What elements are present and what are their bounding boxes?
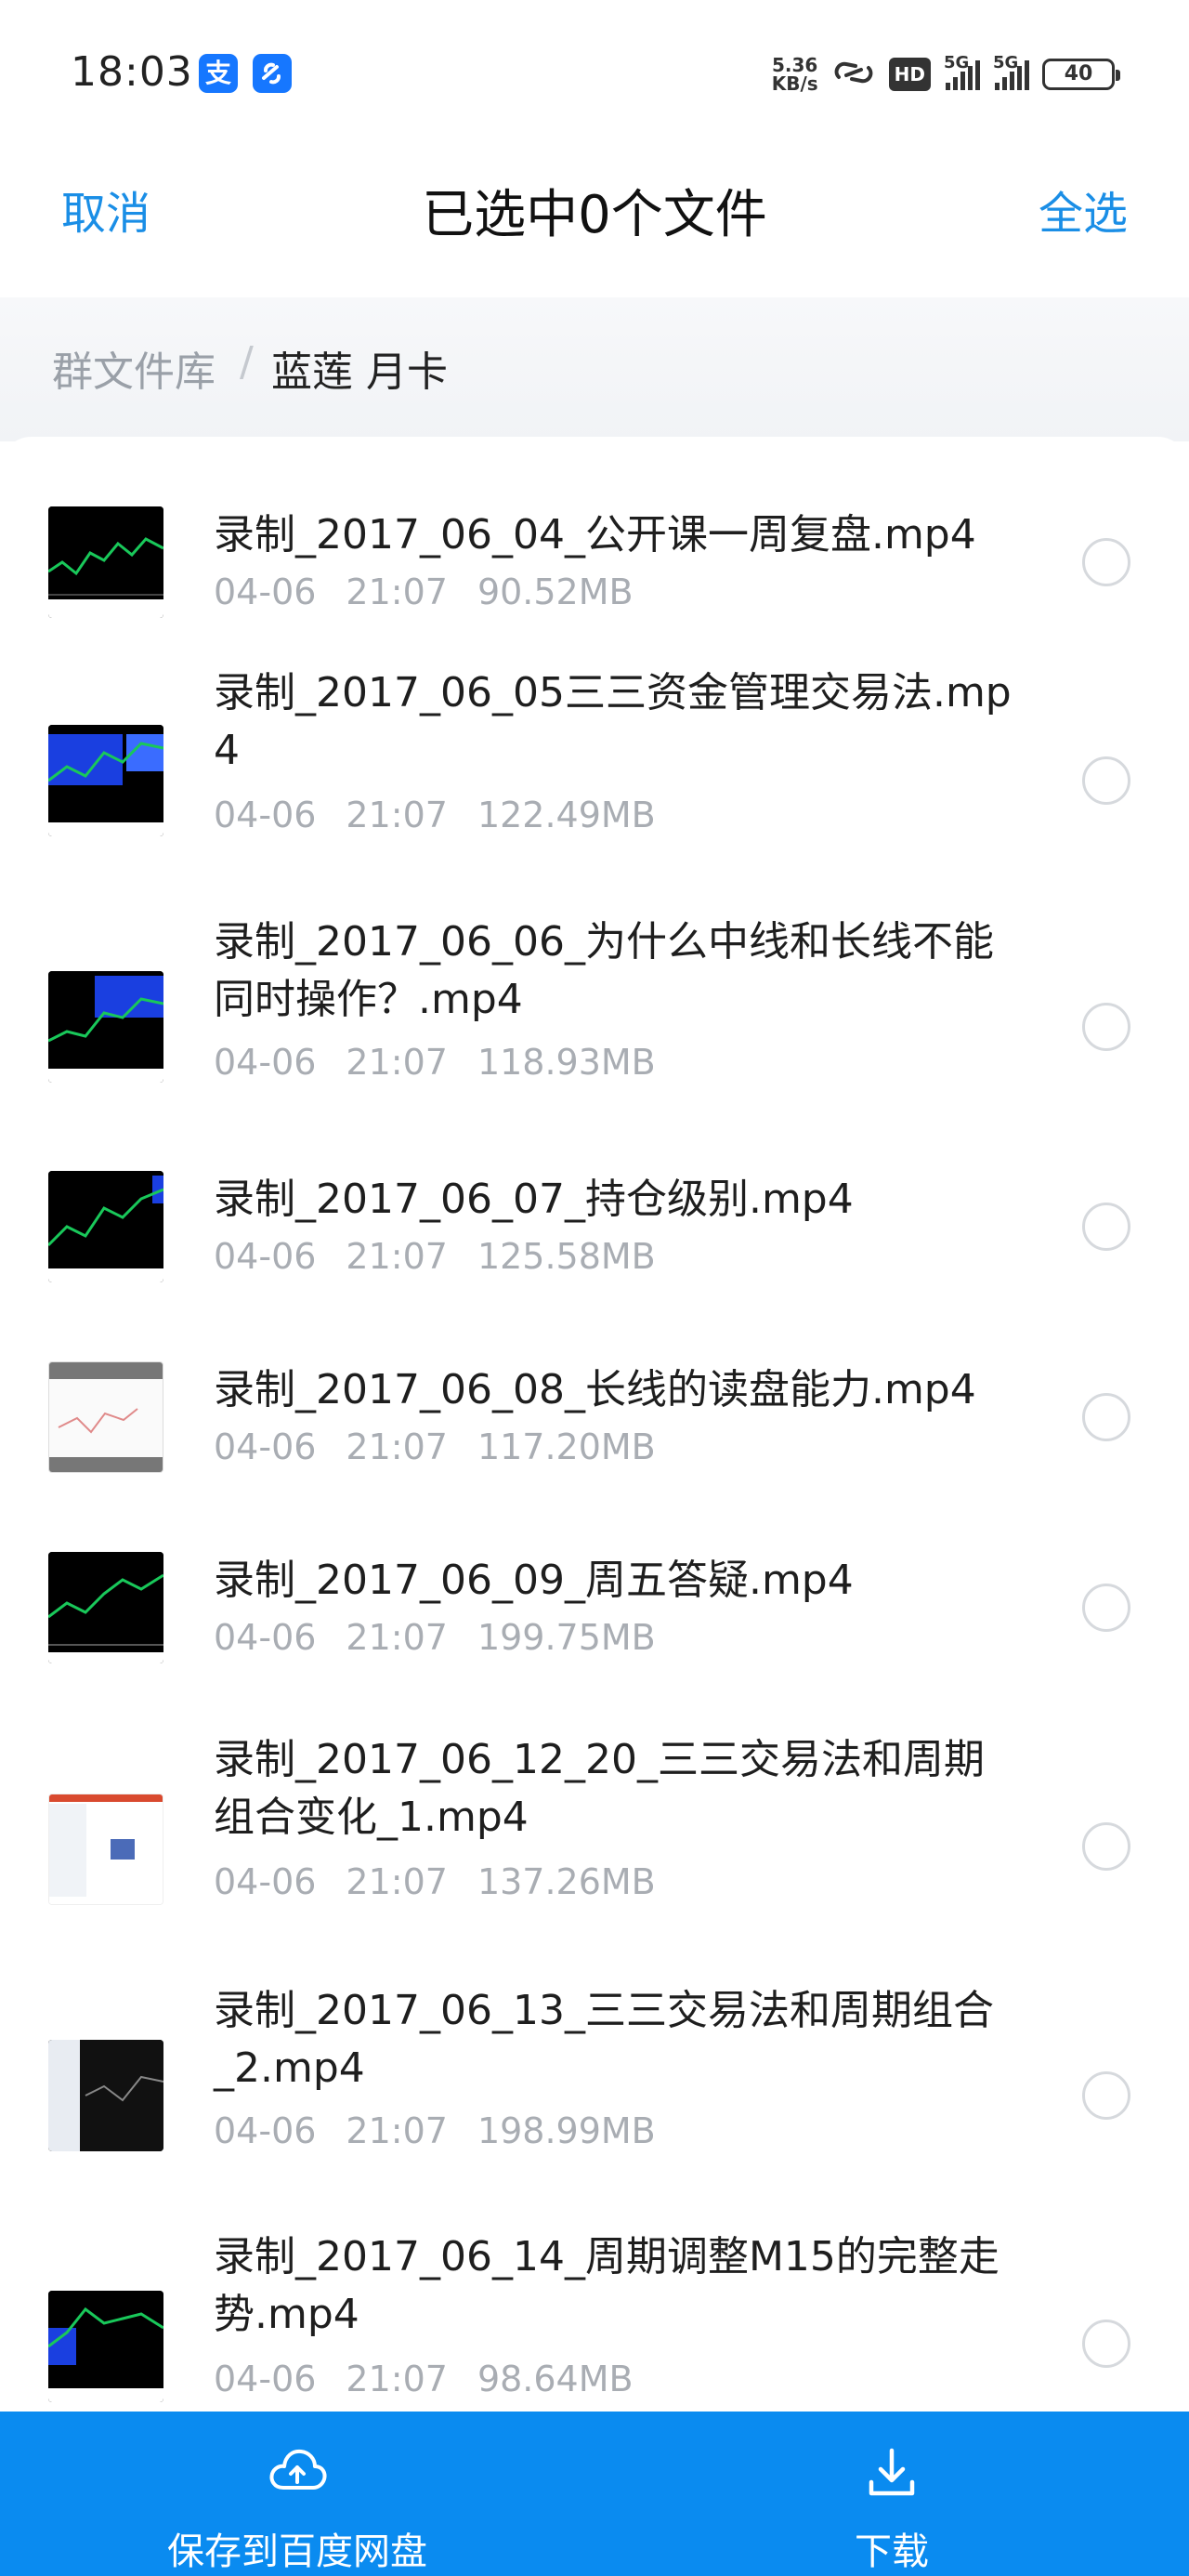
breadcrumb-root[interactable]: 群文件库 bbox=[52, 338, 216, 398]
select-checkbox[interactable] bbox=[1082, 1584, 1130, 1632]
save-to-baidu-label: 保存到百度网盘 bbox=[167, 2530, 427, 2573]
video-thumbnail bbox=[48, 971, 163, 1083]
network-speed: 5.36 KB/s bbox=[771, 54, 818, 95]
page-title: 已选中0个文件 bbox=[422, 185, 767, 245]
file-name: 录制_2017_06_13_三三交易法和周期组合_2.mp4 bbox=[214, 1987, 994, 2092]
select-checkbox[interactable] bbox=[1082, 1203, 1130, 1251]
file-meta: 04-06 21:07 90.52MB bbox=[214, 572, 634, 612]
alipay-icon: 支 bbox=[199, 54, 238, 93]
bottom-action-bar: 保存到百度网盘 下载 bbox=[0, 2412, 1189, 2576]
download-button[interactable]: 下载 bbox=[817, 2412, 966, 2576]
cloud-upload-icon bbox=[267, 2445, 328, 2501]
file-name: 录制_2017_06_08_长线的读盘能力.mp4 bbox=[214, 1366, 976, 1413]
list-item[interactable]: 录制_2017_06_09_周五答疑.mp4 04-06 21:07 199.75M… bbox=[0, 1505, 1189, 1696]
select-all-button[interactable]: 全选 bbox=[1039, 177, 1128, 242]
video-thumbnail bbox=[48, 1794, 163, 1905]
file-meta: 04-06 21:07 198.99MB bbox=[214, 2110, 656, 2151]
download-label: 下载 bbox=[855, 2530, 929, 2573]
status-icons: 5.36 KB/s HD 5G 5G 40 bbox=[771, 46, 1120, 102]
video-thumbnail bbox=[48, 725, 163, 836]
file-name: 录制_2017_06_07_持仓级别.mp4 bbox=[214, 1176, 854, 1223]
list-item[interactable]: 录制_2017_06_07_持仓级别.mp4 04-06 21:07 125.58M… bbox=[0, 1124, 1189, 1315]
video-thumbnail bbox=[48, 506, 163, 618]
list-item[interactable]: 录制_2017_06_06_为什么中线和长线不能同时操作？.mp4 04-06 2… bbox=[0, 878, 1189, 1124]
signal-strength-icon: 5G bbox=[944, 53, 980, 90]
file-meta: 04-06 21:07 122.49MB bbox=[214, 795, 656, 835]
battery-icon: 40 bbox=[1042, 59, 1120, 90]
status-bar: 18:03 支 5.36 KB/s HD 5G 5G 40 bbox=[0, 0, 1189, 139]
select-checkbox[interactable] bbox=[1082, 2320, 1130, 2368]
file-name: 录制_2017_06_12_20_三三交易法和周期组合变化_1.mp4 bbox=[214, 1736, 985, 1841]
download-icon bbox=[864, 2445, 920, 2504]
list-item[interactable]: 录制_2017_06_12_20_三三交易法和周期组合变化_1.mp4 04-0… bbox=[0, 1696, 1189, 1947]
file-meta: 04-06 21:07 98.64MB bbox=[214, 2359, 634, 2399]
alipay-link-icon bbox=[253, 54, 292, 93]
video-thumbnail bbox=[48, 2040, 163, 2151]
list-item[interactable]: 录制_2017_06_13_三三交易法和周期组合_2.mp4 04-06 21:0… bbox=[0, 1947, 1189, 2193]
list-item[interactable]: 录制_2017_06_05三三资金管理交易法.mp4 04-06 21:07 122… bbox=[0, 627, 1189, 878]
file-name: 录制_2017_06_05三三资金管理交易法.mp4 bbox=[214, 669, 1012, 774]
select-checkbox[interactable] bbox=[1082, 756, 1130, 805]
video-thumbnail bbox=[48, 1552, 163, 1663]
save-to-baidu-button[interactable]: 保存到百度网盘 bbox=[149, 2412, 446, 2576]
video-thumbnail bbox=[48, 2291, 163, 2402]
file-meta: 04-06 21:07 137.26MB bbox=[214, 1861, 656, 1902]
file-name: 录制_2017_06_04_公开课一周复盘.mp4 bbox=[214, 511, 976, 559]
select-checkbox[interactable] bbox=[1082, 1393, 1130, 1441]
file-meta: 04-06 21:07 118.93MB bbox=[214, 1042, 656, 1083]
video-thumbnail bbox=[48, 1171, 163, 1282]
select-checkbox[interactable] bbox=[1082, 1822, 1130, 1871]
breadcrumb-current: 蓝莲 月卡 bbox=[271, 348, 448, 396]
list-item[interactable]: 录制_2017_06_14_周期调整M15的完整走势.mp4 04-06 21:0… bbox=[0, 2193, 1189, 2412]
list-item[interactable]: 录制_2017_06_04_公开课一周复盘.mp4 04-06 21:07 90.5… bbox=[0, 437, 1189, 627]
signal-strength-icon-2: 5G bbox=[993, 53, 1029, 90]
breadcrumb-separator: / bbox=[240, 338, 254, 386]
file-name: 录制_2017_06_06_为什么中线和长线不能同时操作？.mp4 bbox=[214, 918, 994, 1023]
select-checkbox[interactable] bbox=[1082, 538, 1130, 586]
file-list: 录制_2017_06_04_公开课一周复盘.mp4 04-06 21:07 90.5… bbox=[0, 437, 1189, 2412]
breadcrumb: 群文件库 / 蓝莲 月卡 bbox=[0, 297, 1189, 441]
nav-header: 取消 已选中0个文件 全选 bbox=[0, 139, 1189, 269]
list-item[interactable]: 录制_2017_06_08_长线的读盘能力.mp4 04-06 21:07 117.… bbox=[0, 1315, 1189, 1505]
link-icon bbox=[831, 57, 876, 92]
file-name: 录制_2017_06_14_周期调整M15的完整走势.mp4 bbox=[214, 2233, 1000, 2338]
select-checkbox[interactable] bbox=[1082, 1003, 1130, 1051]
file-name: 录制_2017_06_09_周五答疑.mp4 bbox=[214, 1557, 854, 1604]
video-thumbnail bbox=[48, 1361, 163, 1473]
select-checkbox[interactable] bbox=[1082, 2071, 1130, 2120]
file-meta: 04-06 21:07 199.75MB bbox=[214, 1617, 656, 1658]
file-meta: 04-06 21:07 117.20MB bbox=[214, 1426, 656, 1467]
hd-voice-icon: HD bbox=[888, 58, 931, 91]
file-meta: 04-06 21:07 125.58MB bbox=[214, 1236, 656, 1277]
status-time: 18:03 bbox=[71, 48, 193, 96]
